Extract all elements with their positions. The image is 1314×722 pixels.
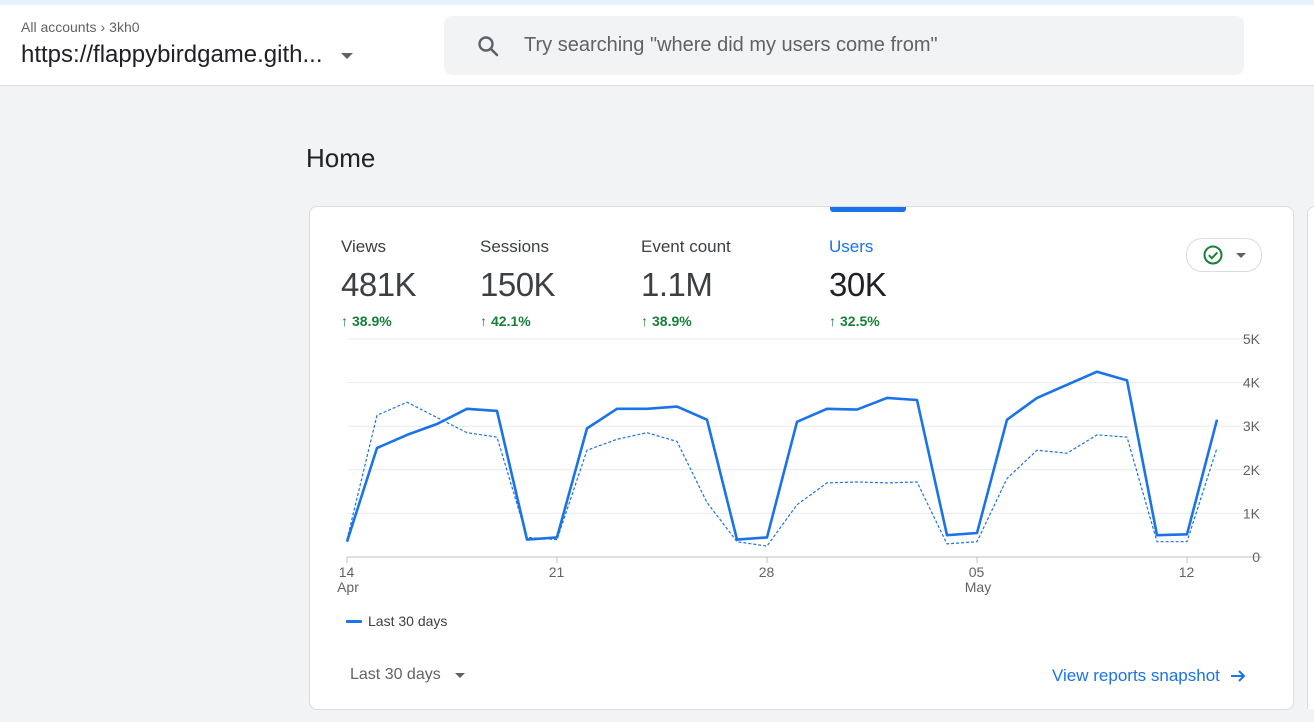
page-title: Home	[306, 143, 376, 173]
date-range-label: Last 30 days	[350, 666, 441, 683]
x-tick-label: 05	[969, 564, 985, 580]
search-input[interactable]	[522, 33, 1226, 58]
y-tick-label: 1K	[1243, 505, 1261, 521]
x-tick-month-label: Apr	[337, 579, 359, 595]
chevron-down-icon	[340, 53, 353, 59]
series-line-comparison	[346, 401, 1218, 547]
chart-legend: Last 30 days	[346, 613, 447, 629]
date-range-selector[interactable]: Last 30 days	[350, 666, 465, 684]
series-line-last-30-days	[345, 370, 1219, 543]
users-line-chart: 0 1K 2K 3K 4K 5K 14Apr 21 28 05May 12	[337, 331, 1262, 595]
x-tick-label: 14	[339, 564, 355, 580]
chevron-down-icon	[454, 672, 465, 678]
snapshot-label: View reports snapshot	[1052, 666, 1220, 685]
search-bar[interactable]	[444, 16, 1244, 75]
header: All accounts › 3kh0 https://flappybirdga…	[0, 5, 1314, 86]
x-tick-label: 12	[1179, 564, 1195, 580]
property-name: https://flappybirdgame.gith...	[21, 41, 323, 68]
legend-swatch	[346, 619, 362, 623]
overview-card: Views 481K ↑ 38.9% Sessions 150K ↑ 42.1% E…	[309, 206, 1294, 710]
chevron-right-icon: ›	[100, 19, 106, 35]
y-tick-label: 0	[1252, 549, 1260, 565]
property-selector[interactable]: https://flappybirdgame.gith...	[21, 41, 353, 69]
y-tick-label: 3K	[1243, 418, 1261, 434]
search-icon	[478, 35, 499, 56]
breadcrumb-account[interactable]: 3kh0	[109, 19, 139, 35]
y-tick-label: 2K	[1243, 462, 1261, 478]
y-tick-label: 4K	[1243, 375, 1261, 391]
x-tick-label: 28	[759, 564, 775, 580]
breadcrumb-root[interactable]: All accounts	[21, 19, 96, 35]
legend-label: Last 30 days	[368, 613, 448, 629]
x-tick-month-label: May	[965, 579, 991, 595]
y-tick-label: 5K	[1243, 331, 1261, 347]
arrow-right-icon	[1230, 670, 1246, 682]
next-card-edge	[1307, 206, 1314, 709]
breadcrumb: All accounts › 3kh0	[21, 19, 140, 35]
view-reports-snapshot-link[interactable]: View reports snapshot	[1052, 666, 1246, 686]
x-tick-label: 21	[549, 564, 565, 580]
